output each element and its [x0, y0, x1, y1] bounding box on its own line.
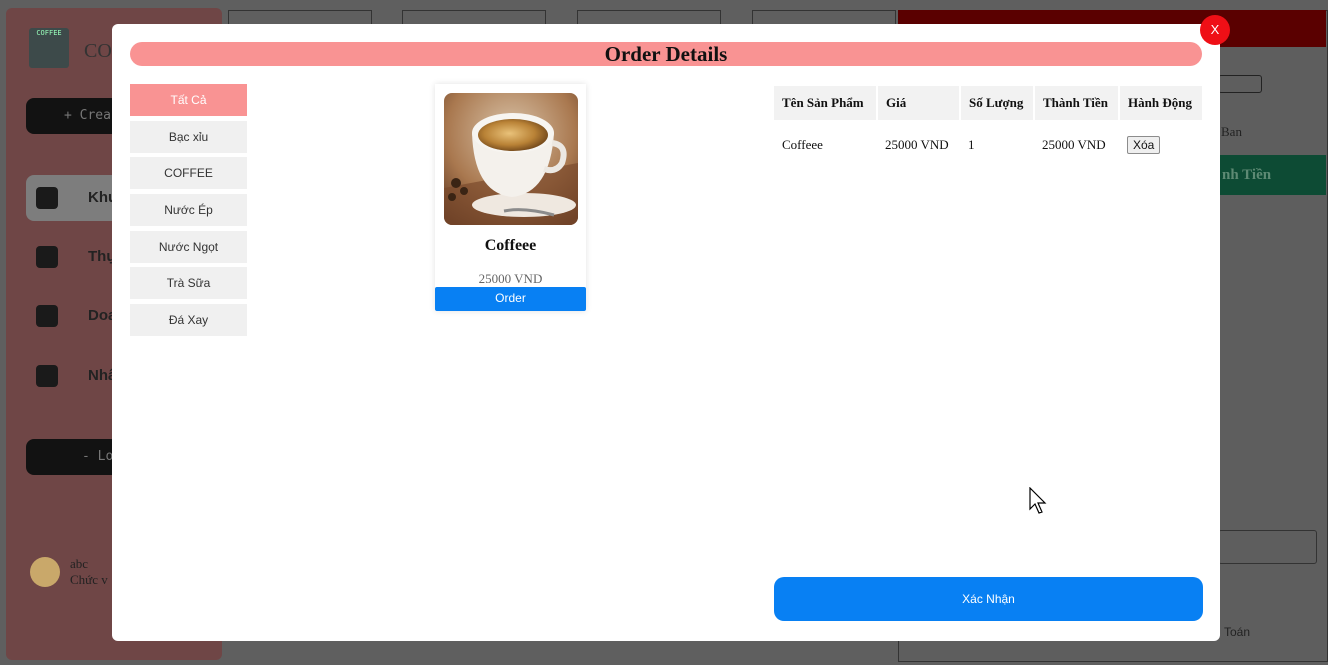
order-panel-column-header: nh Tiền [1218, 155, 1326, 195]
order-button[interactable]: Order [435, 287, 586, 311]
table-header-row: Tên Sản Phẩm Giá Số Lượng Thành Tiền Hàn… [774, 86, 1202, 120]
menu-book-icon [36, 246, 58, 268]
avatar [30, 557, 60, 587]
cell-action: Xóa [1119, 120, 1202, 170]
table-row: Coffeee 25000 VND 1 25000 VND Xóa [774, 120, 1202, 170]
cell-quantity: 1 [968, 137, 975, 152]
mouse-cursor-icon [1029, 486, 1047, 520]
tab[interactable] [577, 10, 721, 25]
cell-product-name: Coffeee [782, 137, 823, 152]
cell-price: 25000 VND [885, 137, 949, 152]
category-coffee[interactable]: COFFEE [130, 157, 247, 189]
staff-card-icon [36, 365, 58, 387]
coffee-logo: COFFEE [29, 28, 69, 68]
cell-total: 25000 VND [1042, 137, 1106, 152]
confirm-button[interactable]: Xác Nhận [774, 577, 1203, 621]
column-header-total: Thành Tiền [1034, 86, 1120, 120]
payment-label: Toán [1224, 625, 1251, 639]
tab[interactable] [228, 10, 372, 25]
column-header-price: Giá [877, 86, 961, 120]
order-panel-label: Ban [1221, 124, 1242, 139]
category-bac-xiu[interactable]: Bạc xỉu [130, 121, 247, 153]
product-image [444, 93, 578, 225]
column-header-quantity: Số Lượng [960, 86, 1035, 120]
delete-button[interactable]: Xóa [1127, 136, 1161, 154]
brand-name: CO [84, 40, 112, 62]
table-icon [36, 187, 58, 209]
order-panel-field[interactable] [1218, 530, 1317, 564]
revenue-icon [36, 305, 58, 327]
category-da-xay[interactable]: Đá Xay [130, 304, 247, 336]
close-button[interactable]: X [1200, 15, 1230, 45]
user-info: abc Chức v [70, 556, 108, 588]
category-all[interactable]: Tất Cả [130, 84, 247, 116]
user-role: Chức v [70, 572, 108, 587]
product-name: Coffeee [484, 237, 537, 254]
category-tra-sua[interactable]: Trà Sữa [130, 267, 247, 299]
order-table: Tên Sản Phẩm Giá Số Lượng Thành Tiền Hàn… [774, 86, 1202, 170]
category-nuoc-ep[interactable]: Nước Ép [130, 194, 247, 226]
tab[interactable] [402, 10, 546, 25]
product-card: Coffeee 25000 VND Order [435, 84, 586, 311]
user-name: abc [70, 556, 89, 571]
modal-title: Order Details [130, 42, 1202, 66]
product-price: 25000 VND [478, 271, 543, 286]
column-header-action: Hành Động [1119, 86, 1202, 120]
category-nuoc-ngot[interactable]: Nước Ngọt [130, 231, 247, 263]
order-panel-input[interactable] [1218, 75, 1262, 93]
tab[interactable] [752, 10, 896, 25]
column-header-product-name: Tên Sản Phẩm [774, 86, 878, 120]
